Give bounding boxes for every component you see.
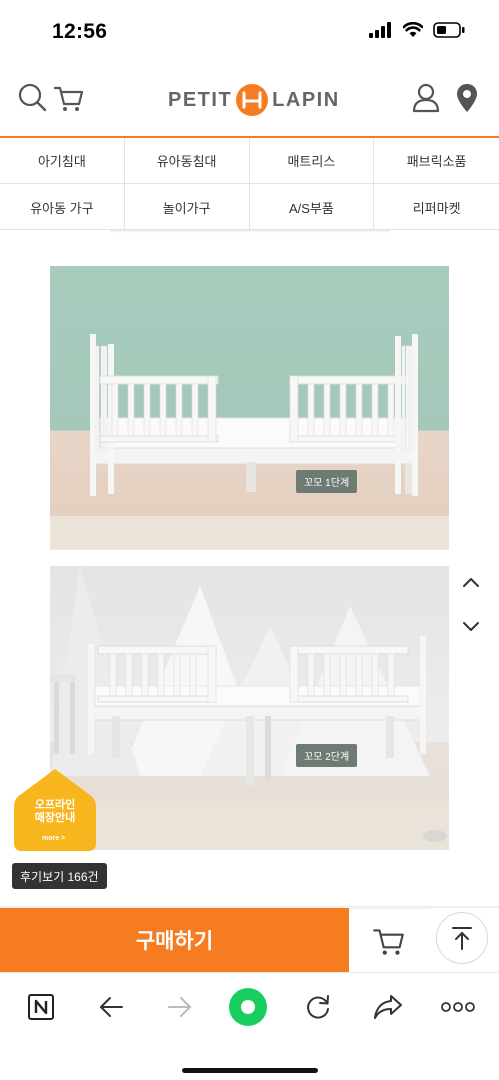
offline-store-button[interactable]: 오프라인 매장안내 more > <box>12 767 98 853</box>
user-icon[interactable] <box>409 81 443 115</box>
arrow-up-to-top-icon <box>452 927 472 950</box>
category-as-parts[interactable]: A/S부품 <box>250 184 375 230</box>
share-icon[interactable] <box>370 989 406 1025</box>
status-bar: 12:56 <box>0 0 499 64</box>
search-icon[interactable] <box>16 81 50 115</box>
wifi-icon <box>403 22 423 37</box>
location-pin-icon[interactable] <box>450 81 484 115</box>
reload-icon[interactable] <box>300 989 336 1025</box>
category-refurb-market[interactable]: 리퍼마켓 <box>374 184 499 230</box>
cart-icon <box>373 928 404 955</box>
signal-icon <box>369 22 391 38</box>
toddler-bed-illustration <box>50 334 449 550</box>
category-kids-bed[interactable]: 유아동침대 <box>124 138 250 184</box>
grid-shadow <box>110 230 390 233</box>
chevron-down-icon[interactable] <box>460 615 482 637</box>
battery-icon <box>433 22 465 38</box>
add-to-cart-button[interactable] <box>349 908 429 972</box>
green-dot-home-icon[interactable] <box>226 985 270 1029</box>
purchase-bar: 구매하기 <box>0 908 499 972</box>
scroll-top-button[interactable] <box>436 912 488 964</box>
back-arrow-icon[interactable] <box>93 989 129 1025</box>
review-count-button[interactable]: 후기보기 166건 <box>12 863 107 889</box>
offline-store-label: 오프라인 매장안내 <box>12 799 98 825</box>
offline-store-line2: 매장안내 <box>34 812 76 824</box>
category-baby-bed[interactable]: 아기침대 <box>0 138 125 184</box>
logo-text-left: PETIT <box>168 88 233 111</box>
category-kids-furniture[interactable]: 유아동 가구 <box>0 184 125 230</box>
forward-arrow-icon[interactable] <box>162 989 198 1025</box>
category-grid: 아기침대 유아동침대 매트리스 패브릭소품 유아동 가구 놀이가구 A/S부품 … <box>0 138 499 230</box>
offline-store-line1: 오프라인 <box>34 799 76 811</box>
image-badge: 꼬모 1단계 <box>296 470 358 493</box>
naver-n-icon[interactable] <box>23 989 59 1025</box>
logo-bed-icon <box>236 84 269 116</box>
home-indicator <box>182 1068 318 1073</box>
logo-text-right: LAPIN <box>272 88 340 111</box>
app-header: PETIT LAPIN <box>0 64 499 136</box>
buy-button[interactable]: 구매하기 <box>0 908 349 972</box>
category-play-furniture[interactable]: 놀이가구 <box>125 184 250 230</box>
product-image-stage1: 꼬모 1단계 <box>50 266 449 550</box>
category-fabric[interactable]: 패브릭소품 <box>374 138 499 184</box>
offline-store-more: more > <box>42 835 66 842</box>
status-time: 12:56 <box>52 20 108 43</box>
browser-toolbar <box>0 972 499 1080</box>
chevron-up-icon[interactable] <box>460 572 482 594</box>
status-icons <box>369 22 465 38</box>
more-dots-icon[interactable] <box>440 989 476 1025</box>
logo[interactable]: PETIT LAPIN <box>168 84 340 116</box>
product-image-stage2: 꼬모 2단계 <box>50 566 449 850</box>
category-mattress[interactable]: 매트리스 <box>249 138 375 184</box>
extended-bed-illustration <box>50 566 449 850</box>
image-badge: 꼬모 2단계 <box>296 744 358 767</box>
cart-icon[interactable] <box>52 81 86 115</box>
